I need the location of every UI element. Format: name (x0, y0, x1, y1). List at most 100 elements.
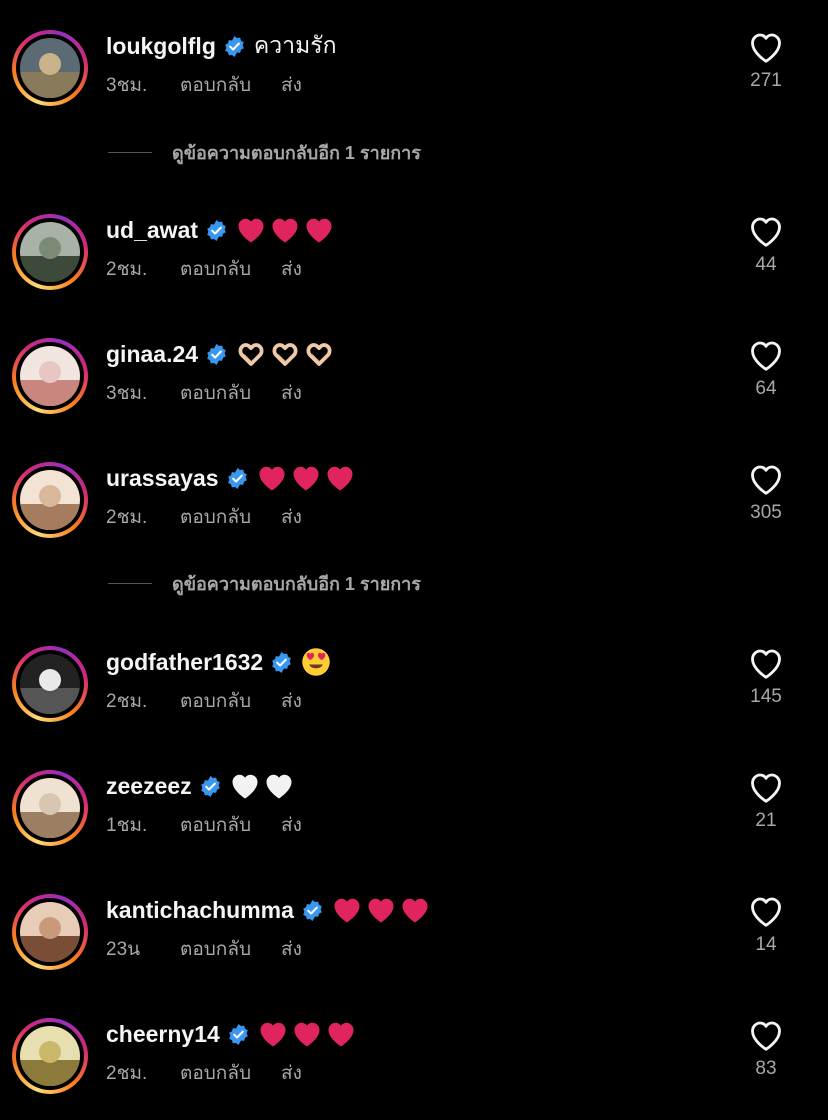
view-more-replies-button[interactable]: ดูข้อความตอบกลับอีก 1 รายการ (108, 140, 708, 164)
avatar[interactable] (12, 30, 88, 106)
avatar[interactable] (12, 646, 88, 722)
username[interactable]: ginaa.24 (106, 341, 198, 368)
red-heart-emoji-icon (291, 463, 321, 493)
avatar-story-ring (16, 342, 84, 410)
like-count: 305 (750, 502, 782, 523)
comment-time: 2ชม. (106, 1063, 148, 1084)
avatar[interactable] (12, 770, 88, 846)
reply-button[interactable]: ตอบกลับ (180, 502, 251, 532)
like-heart-icon[interactable] (748, 30, 784, 64)
reply-button[interactable]: ตอบกลับ (180, 254, 251, 284)
avatar-story-ring (16, 34, 84, 102)
comment-text-content: ความรัก (253, 32, 337, 58)
comment-row: ud_awat 2ชม. ตอบกลับ ส่ง 44 (0, 214, 828, 314)
comment-meta: 2ชม. ตอบกลับ ส่ง (106, 254, 302, 284)
send-button[interactable]: ส่ง (281, 70, 302, 100)
view-more-divider (108, 582, 152, 584)
comment-header: godfather1632 (106, 644, 335, 680)
comment-row: godfather1632 2ชม. ตอบกลับ ส่ง 145 (0, 646, 828, 746)
avatar-story-ring (16, 898, 84, 966)
like-heart-icon[interactable] (748, 646, 784, 680)
avatar[interactable] (12, 894, 88, 970)
avatar-story-ring (16, 466, 84, 534)
like-heart-icon[interactable] (748, 338, 784, 372)
comment-text: ความรัก (254, 28, 337, 64)
avatar-photo (20, 778, 80, 838)
like-control: 21 (738, 770, 794, 832)
like-control: 44 (738, 214, 794, 276)
view-more-replies-button[interactable]: ดูข้อความตอบกลับอีก 1 รายการ (108, 571, 708, 595)
verified-badge-icon (205, 219, 228, 242)
verified-badge-icon (226, 467, 249, 490)
like-count: 64 (755, 378, 777, 399)
reply-button[interactable]: ตอบกลับ (180, 1058, 251, 1088)
like-heart-icon[interactable] (748, 462, 784, 496)
comment-text (258, 1019, 360, 1049)
comment-meta: 2ชม. ตอบกลับ ส่ง (106, 502, 302, 532)
username[interactable]: urassayas (106, 465, 219, 492)
comment-row: cheerny14 2ชม. ตอบกลับ ส่ง 83 (0, 1018, 828, 1118)
avatar[interactable] (12, 1018, 88, 1094)
username[interactable]: kantichachumma (106, 897, 294, 924)
avatar-photo (20, 346, 80, 406)
comment-row: zeezeez 1ชม. ตอบกลับ ส่ง 21 (0, 770, 828, 870)
comment-header: ud_awat (106, 212, 338, 248)
avatar-story-ring (16, 774, 84, 842)
username[interactable]: loukgolflg (106, 33, 216, 60)
avatar[interactable] (12, 214, 88, 290)
reply-button[interactable]: ตอบกลับ (180, 934, 251, 964)
red-heart-emoji-icon (236, 215, 266, 245)
comment-row: loukgolflg ความรัก 3ชม. ตอบกลับ ส่ง 271 (0, 30, 828, 130)
comment-time: 3ชม. (106, 383, 148, 404)
reply-button[interactable]: ตอบกลับ (180, 686, 251, 716)
send-button[interactable]: ส่ง (281, 502, 302, 532)
verified-badge-icon (227, 1023, 250, 1046)
send-button[interactable]: ส่ง (281, 810, 302, 840)
white-heart-emoji-icon (264, 771, 294, 801)
comment-time: 23น (106, 939, 141, 960)
send-button[interactable]: ส่ง (281, 254, 302, 284)
reply-button[interactable]: ตอบกลับ (180, 70, 251, 100)
username[interactable]: ud_awat (106, 217, 198, 244)
like-count: 14 (755, 934, 777, 955)
comment-meta: 2ชม. ตอบกลับ ส่ง (106, 1058, 302, 1088)
red-heart-emoji-icon (332, 895, 362, 925)
comment-meta: 3ชม. ตอบกลับ ส่ง (106, 70, 302, 100)
comment-meta: 1ชม. ตอบกลับ ส่ง (106, 810, 302, 840)
verified-badge-icon (270, 651, 293, 674)
like-heart-icon[interactable] (748, 770, 784, 804)
like-heart-icon[interactable] (748, 894, 784, 928)
username[interactable]: godfather1632 (106, 649, 263, 676)
like-heart-icon[interactable] (748, 1018, 784, 1052)
comment-meta: 23น ตอบกลับ ส่ง (106, 934, 302, 964)
avatar-story-ring (16, 650, 84, 718)
avatar-photo (20, 902, 80, 962)
comment-meta: 3ชม. ตอบกลับ ส่ง (106, 378, 302, 408)
avatar-photo (20, 654, 80, 714)
send-button[interactable]: ส่ง (281, 686, 302, 716)
avatar-story-ring (16, 1022, 84, 1090)
view-more-divider (108, 151, 152, 153)
like-control: 305 (738, 462, 794, 524)
verified-badge-icon (205, 343, 228, 366)
view-more-replies-label: ดูข้อความตอบกลับอีก 1 รายการ (172, 142, 421, 163)
red-heart-emoji-icon (270, 215, 300, 245)
send-button[interactable]: ส่ง (281, 378, 302, 408)
like-control: 83 (738, 1018, 794, 1080)
reply-button[interactable]: ตอบกลับ (180, 378, 251, 408)
username[interactable]: cheerny14 (106, 1021, 220, 1048)
red-heart-emoji-icon (326, 1019, 356, 1049)
send-button[interactable]: ส่ง (281, 1058, 302, 1088)
comment-text (236, 339, 338, 369)
red-heart-emoji-icon (257, 463, 287, 493)
comment-time: 2ชม. (106, 507, 148, 528)
like-heart-icon[interactable] (748, 214, 784, 248)
comment-header: ginaa.24 (106, 336, 338, 372)
comment-list: loukgolflg ความรัก 3ชม. ตอบกลับ ส่ง 271 ud_awa… (0, 0, 828, 1120)
avatar[interactable] (12, 338, 88, 414)
username[interactable]: zeezeez (106, 773, 192, 800)
avatar[interactable] (12, 462, 88, 538)
reply-button[interactable]: ตอบกลับ (180, 810, 251, 840)
send-button[interactable]: ส่ง (281, 934, 302, 964)
red-heart-emoji-icon (400, 895, 430, 925)
